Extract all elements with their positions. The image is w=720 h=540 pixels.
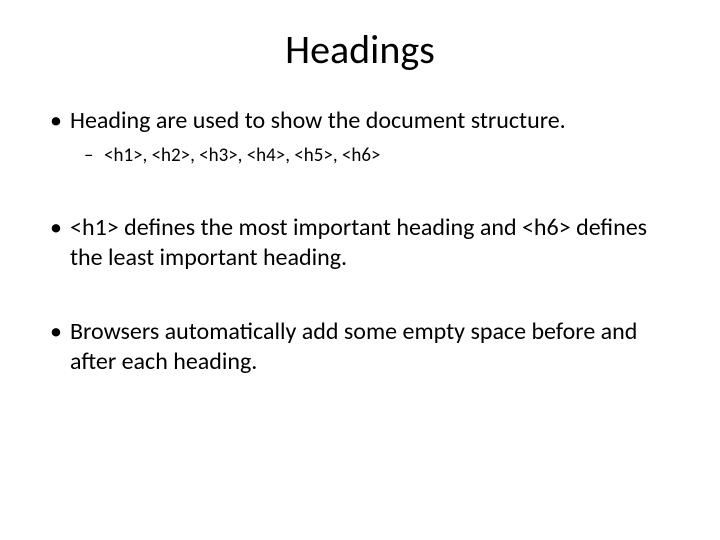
bullet-item: <h1> defines the most important heading … (40, 213, 680, 273)
bullet-list: Heading are used to show the document st… (40, 106, 680, 377)
sub-bullet-item: <h1>, <h2>, <h3>, <h4>, <h5>, <h6> (40, 144, 680, 169)
bullet-item: Browsers automatically add some empty sp… (40, 317, 680, 377)
bullet-item: Heading are used to show the document st… (40, 106, 680, 136)
slide-title: Headings (40, 25, 680, 74)
spacer (40, 177, 680, 213)
spacer (40, 281, 680, 317)
